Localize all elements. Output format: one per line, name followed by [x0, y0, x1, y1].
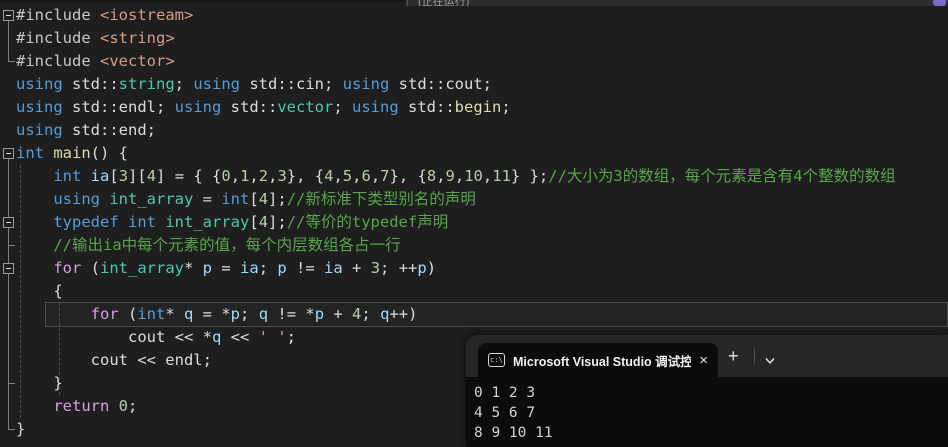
fold-region-line [8, 274, 15, 384]
titlebar-divider [407, 0, 408, 6]
vs-logo-icon [933, 0, 946, 6]
fold-marker[interactable] [3, 148, 14, 159]
fold-region-line [8, 228, 15, 246]
new-tab-button[interactable]: + [728, 346, 739, 367]
running-status-label: (正在运行) [418, 0, 470, 6]
code-line: #include <vector> [16, 52, 175, 70]
tab-bar-divider [754, 348, 755, 364]
code-line: typedef int int_array[4];//等价的typedef声明 [53, 213, 449, 231]
debug-console-window: c:\ Microsoft Visual Studio 调试控制台 × + 0 … [466, 335, 948, 447]
chevron-down-icon[interactable] [764, 351, 776, 370]
screenshot-root: #include <iostream> #include <string> #inc… [0, 0, 948, 447]
code-line: for (int_array* p = ia; p != ia + 3; ++p… [53, 259, 437, 277]
fold-marker[interactable] [3, 10, 14, 21]
code-line: cout << *q << ' '; [16, 328, 296, 346]
code-line: using std::endl; using std::vector; usin… [16, 98, 511, 116]
background-vs-titlebar: (正在运行) [405, 0, 948, 6]
code-line: //输出ia中每个元素的值，每个内层数组各占一行 [53, 236, 401, 254]
code-line: using std::end; [16, 121, 156, 139]
terminal-output-line: 8 9 10 11 [474, 425, 553, 441]
code-line: for (int* q = *p; q != *p + 4; q++) [90, 305, 418, 323]
code-line: #include <iostream> [16, 6, 194, 24]
code-line: } [16, 420, 26, 438]
code-line: using std::string; using std::cin; using… [16, 75, 492, 93]
console-output: 0 1 2 3 4 5 6 7 8 9 10 11 [466, 377, 948, 447]
code-line: { [16, 282, 63, 300]
cmd-icon: c:\ [488, 353, 505, 367]
code-line: #include <string> [16, 29, 175, 47]
fold-marker[interactable] [3, 263, 14, 274]
fold-region-line [8, 21, 15, 62]
terminal-tab-bar: c:\ Microsoft Visual Studio 调试控制台 × + [466, 335, 948, 377]
code-line: cout << endl; [16, 351, 212, 369]
code-line: int ia[3][4] = { {0,1,2,3}, {4,5,6,7}, {… [53, 167, 896, 185]
terminal-tab[interactable]: c:\ Microsoft Visual Studio 调试控制台 × [478, 343, 718, 377]
close-tab-icon[interactable]: × [699, 352, 708, 369]
code-line: int main() { [16, 144, 128, 162]
terminal-tab-title: Microsoft Visual Studio 调试控制台 [513, 354, 692, 369]
code-line: return 0; [53, 397, 138, 415]
terminal-output-line: 0 1 2 3 [474, 385, 536, 401]
terminal-output-line: 4 5 6 7 [474, 405, 536, 421]
fold-marker[interactable] [3, 217, 14, 228]
code-line: } [16, 374, 63, 392]
code-line: using int_array = int[4];//新标准下类型别名的声明 [53, 190, 476, 208]
